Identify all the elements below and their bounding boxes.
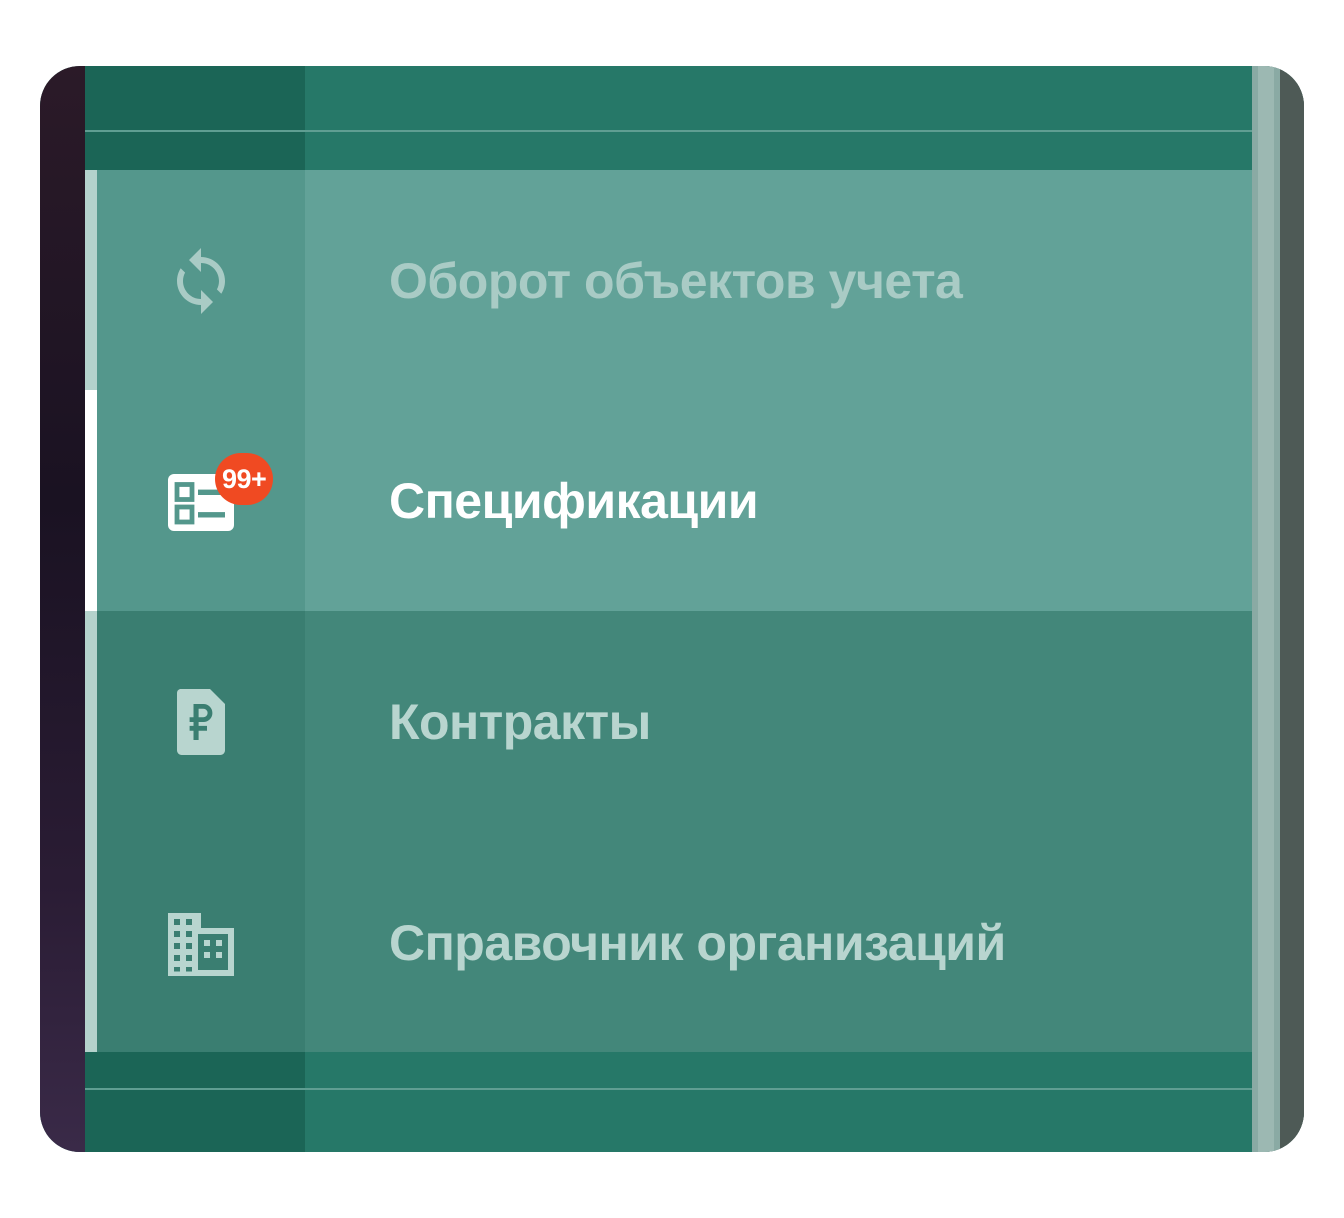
menu-top-spacer — [85, 66, 1252, 170]
building-icon — [168, 912, 234, 976]
background-edge-right — [1280, 66, 1304, 1152]
menu-item-turnover[interactable]: Оборот объектов учета — [85, 170, 1252, 391]
divider — [85, 130, 1252, 132]
menu-item-indicator — [85, 611, 97, 832]
menu-item-active-indicator — [85, 390, 97, 611]
menu-item-label: Справочник организаций — [389, 914, 1006, 971]
notification-badge: 99+ — [215, 453, 274, 505]
menu-item-specifications[interactable]: 99+ Спецификации — [85, 390, 1252, 611]
sidebar-menu: Оборот объектов учета 99+ Спецификации К… — [85, 66, 1252, 1152]
background-edge-left — [40, 66, 85, 1152]
divider — [85, 1088, 1252, 1090]
menu-item-label: Спецификации — [389, 472, 759, 529]
menu-item-contracts[interactable]: Контракты — [85, 611, 1252, 832]
menu-item-indicator — [85, 170, 97, 391]
scrollbar[interactable] — [1252, 66, 1304, 1152]
menu-item-label: Оборот объектов учета — [389, 252, 963, 309]
menu-bottom-spacer — [85, 1052, 1252, 1152]
menu-item-organizations[interactable]: Справочник организаций — [85, 832, 1252, 1053]
sidebar-window: Оборот объектов учета 99+ Спецификации К… — [40, 66, 1304, 1152]
sync-icon — [177, 247, 225, 314]
menu-item-label: Контракты — [389, 693, 651, 750]
menu-item-indicator — [85, 832, 97, 1053]
ruble-document-icon — [176, 688, 225, 755]
